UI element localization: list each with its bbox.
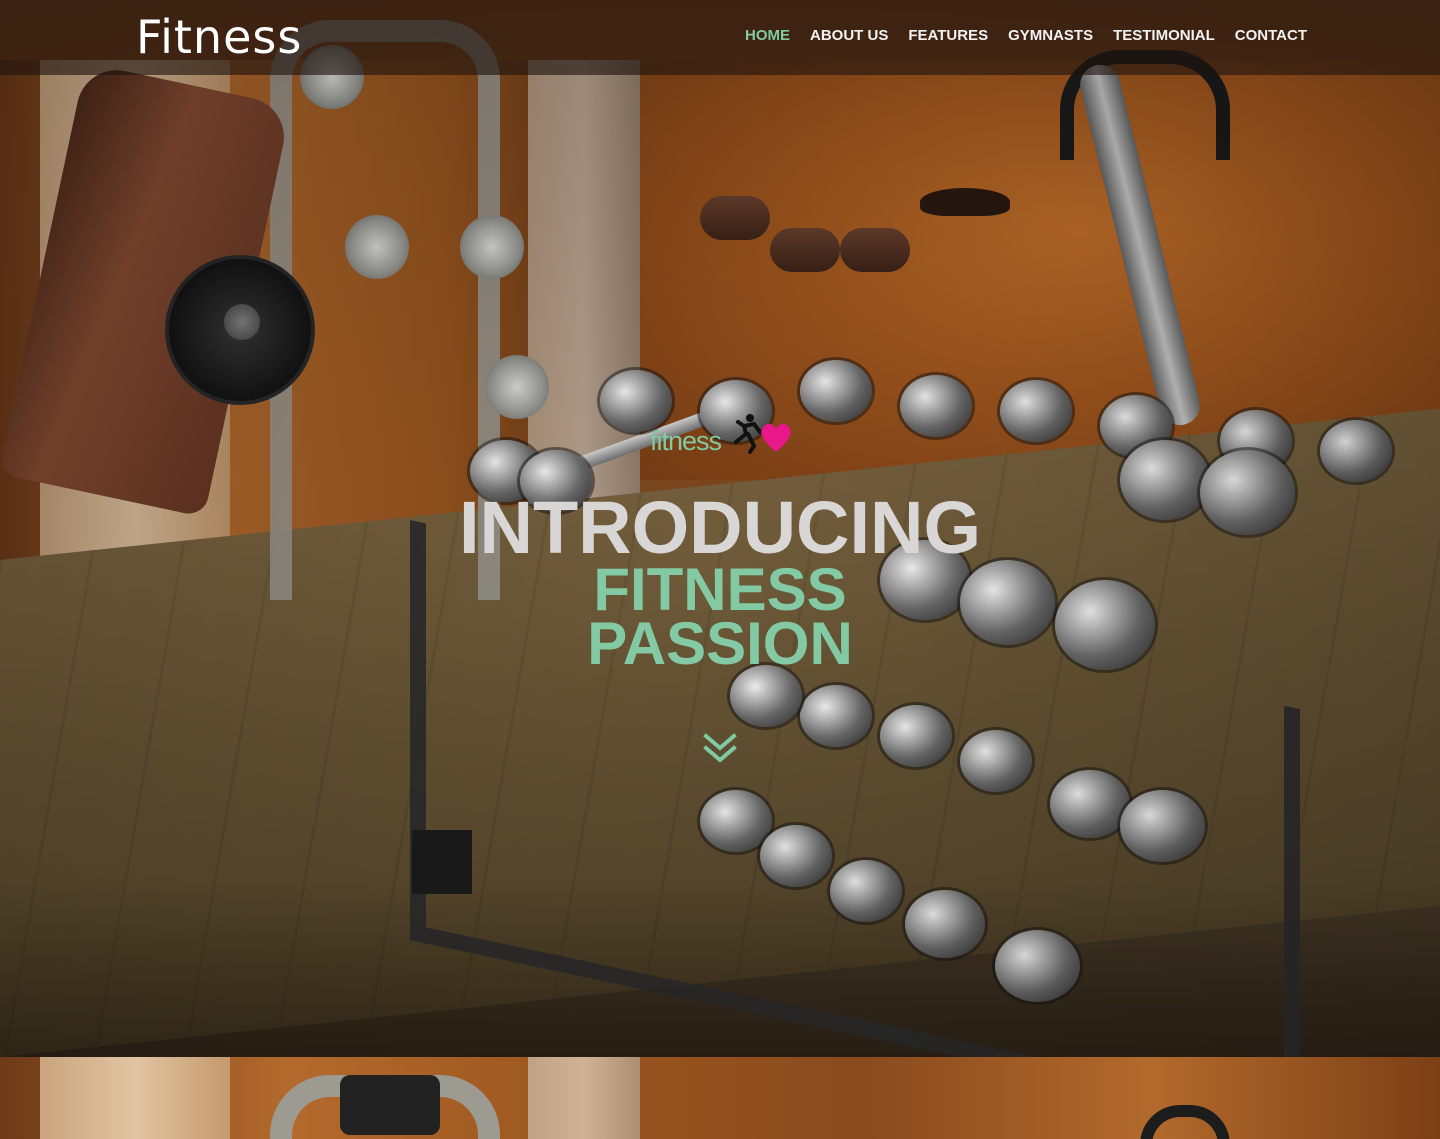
logo-text: fitness	[650, 426, 722, 456]
nav-item-testimonial[interactable]: TESTIMONIAL	[1103, 26, 1225, 46]
nav-item-features[interactable]: FEATURES	[898, 26, 998, 46]
brand-logo[interactable]: Fitness	[136, 14, 302, 60]
hero-section: fitness INTRODUCING FITNESS PASSION	[0, 0, 1440, 1057]
top-navbar: Fitness HOME ABOUT US FEATURES GYMNASTS …	[0, 0, 1440, 75]
double-chevron-down-icon[interactable]	[702, 730, 738, 766]
weight-machine-display	[340, 1075, 440, 1135]
nav-menu: HOME ABOUT US FEATURES GYMNASTS TESTIMON…	[735, 26, 1317, 46]
fitness-logo: fitness	[650, 412, 800, 462]
exercise-bike-handle	[1140, 1105, 1230, 1139]
runner-heart-icon	[732, 412, 796, 461]
nav-item-contact[interactable]: CONTACT	[1225, 26, 1317, 46]
next-section-background	[0, 1057, 1440, 1139]
nav-item-gymnasts[interactable]: GYMNASTS	[998, 26, 1103, 46]
column	[40, 1057, 230, 1139]
headline-passion: PASSION	[587, 610, 853, 677]
mirror-frame	[528, 1057, 640, 1139]
nav-item-about-us[interactable]: ABOUT US	[800, 26, 898, 46]
nav-item-home[interactable]: HOME	[735, 26, 800, 46]
